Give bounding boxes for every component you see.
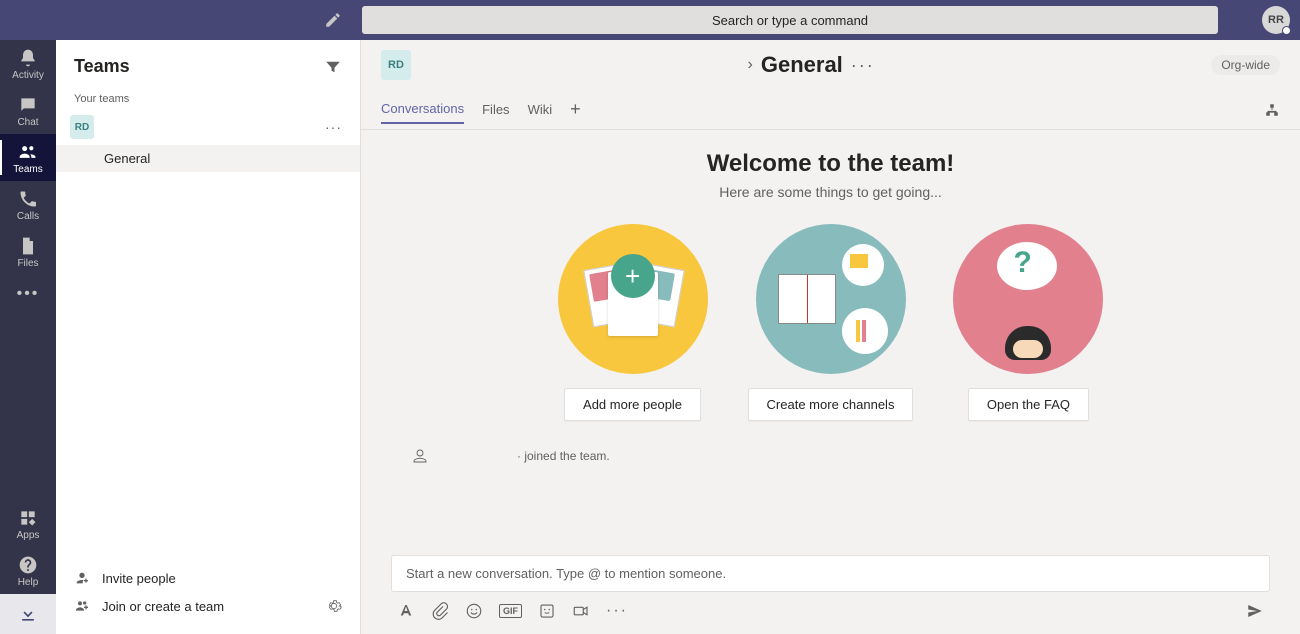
person-add-icon bbox=[411, 447, 429, 465]
channel-general[interactable]: General bbox=[56, 145, 360, 172]
welcome-title: Welcome to the team! bbox=[381, 150, 1280, 178]
tab-files[interactable]: Files bbox=[482, 96, 509, 123]
invite-people[interactable]: Invite people bbox=[56, 564, 360, 592]
welcome-block: Welcome to the team! Here are some thing… bbox=[381, 150, 1280, 421]
gif-icon[interactable]: GIF bbox=[499, 604, 522, 618]
invite-icon bbox=[74, 570, 90, 586]
apps-icon bbox=[18, 508, 38, 528]
org-chart-icon[interactable] bbox=[1264, 102, 1280, 118]
add-people-button[interactable]: Add more people bbox=[564, 388, 701, 421]
channel-title: General bbox=[761, 52, 843, 78]
gear-icon[interactable] bbox=[326, 598, 342, 614]
search-placeholder: Search or type a command bbox=[712, 13, 868, 28]
card-add-people: + Add more people bbox=[558, 224, 708, 421]
channel-avatar: RD bbox=[381, 50, 411, 80]
compose-toolbar: GIF ··· bbox=[391, 592, 1270, 620]
sticker-icon[interactable] bbox=[538, 602, 556, 620]
format-icon[interactable] bbox=[397, 602, 415, 620]
emoji-icon[interactable] bbox=[465, 602, 483, 620]
system-message-text: · joined the team. bbox=[517, 449, 610, 463]
rail-label: Help bbox=[18, 577, 39, 588]
app-rail: Activity Chat Teams Calls Files ••• bbox=[0, 40, 56, 634]
create-channels-button[interactable]: Create more channels bbox=[748, 388, 914, 421]
main-content: RD › General ··· Org-wide Conversations … bbox=[361, 40, 1300, 634]
join-team-icon bbox=[74, 598, 90, 614]
rail-calls[interactable]: Calls bbox=[0, 181, 56, 228]
rail-chat[interactable]: Chat bbox=[0, 87, 56, 134]
rail-apps[interactable]: Apps bbox=[0, 500, 56, 547]
rail-label: Activity bbox=[12, 70, 44, 81]
channel-tabs: Conversations Files Wiki + bbox=[361, 90, 1300, 130]
rail-files[interactable]: Files bbox=[0, 228, 56, 275]
join-label: Join or create a team bbox=[102, 599, 224, 614]
compose-more-icon[interactable]: ··· bbox=[606, 602, 628, 620]
compose-input[interactable]: Start a new conversation. Type @ to ment… bbox=[391, 555, 1270, 592]
create-channels-illustration bbox=[756, 224, 906, 374]
team-avatar: RD bbox=[70, 115, 94, 139]
presence-indicator bbox=[1282, 26, 1291, 35]
user-avatar[interactable]: RR bbox=[1262, 6, 1290, 34]
faq-illustration: ? bbox=[953, 224, 1103, 374]
team-more-icon[interactable]: ··· bbox=[321, 119, 346, 135]
add-people-illustration: + bbox=[558, 224, 708, 374]
rail-help[interactable]: Help bbox=[0, 547, 56, 594]
card-create-channels: Create more channels bbox=[748, 224, 914, 421]
search-input[interactable]: Search or type a command bbox=[362, 6, 1218, 34]
your-teams-label: Your teams bbox=[56, 87, 360, 109]
file-icon bbox=[18, 236, 38, 256]
attach-icon[interactable] bbox=[431, 602, 449, 620]
rail-label: Files bbox=[17, 258, 38, 269]
teams-title: Teams bbox=[74, 56, 130, 77]
download-icon bbox=[18, 604, 38, 624]
add-tab-icon[interactable]: + bbox=[570, 99, 581, 120]
new-message-icon[interactable] bbox=[324, 11, 342, 29]
team-row[interactable]: RD ··· bbox=[56, 109, 360, 145]
tab-conversations[interactable]: Conversations bbox=[381, 95, 464, 124]
channel-more-icon[interactable]: ··· bbox=[851, 55, 875, 76]
welcome-subtitle: Here are some things to get going... bbox=[381, 184, 1280, 200]
open-faq-button[interactable]: Open the FAQ bbox=[968, 388, 1089, 421]
system-message: · joined the team. bbox=[381, 439, 1280, 473]
teams-icon bbox=[18, 142, 38, 162]
rail-teams[interactable]: Teams bbox=[0, 134, 56, 181]
invite-label: Invite people bbox=[102, 571, 176, 586]
chat-icon bbox=[18, 95, 38, 115]
rail-more[interactable]: ••• bbox=[17, 275, 40, 313]
phone-icon bbox=[18, 189, 38, 209]
rail-label: Calls bbox=[17, 211, 39, 222]
meetnow-icon[interactable] bbox=[572, 602, 590, 620]
org-wide-badge: Org-wide bbox=[1211, 55, 1280, 75]
tab-wiki[interactable]: Wiki bbox=[528, 96, 553, 123]
channel-header: RD › General ··· Org-wide bbox=[361, 40, 1300, 90]
title-bar: Search or type a command RR bbox=[0, 0, 1300, 40]
rail-download[interactable] bbox=[0, 594, 56, 634]
avatar-initials: RR bbox=[1268, 14, 1284, 26]
filter-icon[interactable] bbox=[324, 58, 342, 76]
rail-label: Apps bbox=[17, 530, 40, 541]
help-icon bbox=[18, 555, 38, 575]
join-create-team[interactable]: Join or create a team bbox=[56, 592, 360, 620]
send-icon[interactable] bbox=[1246, 602, 1264, 620]
rail-label: Teams bbox=[13, 164, 42, 175]
rail-activity[interactable]: Activity bbox=[0, 40, 56, 87]
bell-icon bbox=[18, 48, 38, 68]
compose-area: Start a new conversation. Type @ to ment… bbox=[361, 545, 1300, 634]
compose-placeholder: Start a new conversation. Type @ to ment… bbox=[406, 566, 726, 581]
rail-label: Chat bbox=[17, 117, 38, 128]
chevron-right-icon[interactable]: › bbox=[748, 56, 753, 74]
teams-panel: Teams Your teams RD ··· General Invite p… bbox=[56, 40, 361, 634]
card-open-faq: ? Open the FAQ bbox=[953, 224, 1103, 421]
